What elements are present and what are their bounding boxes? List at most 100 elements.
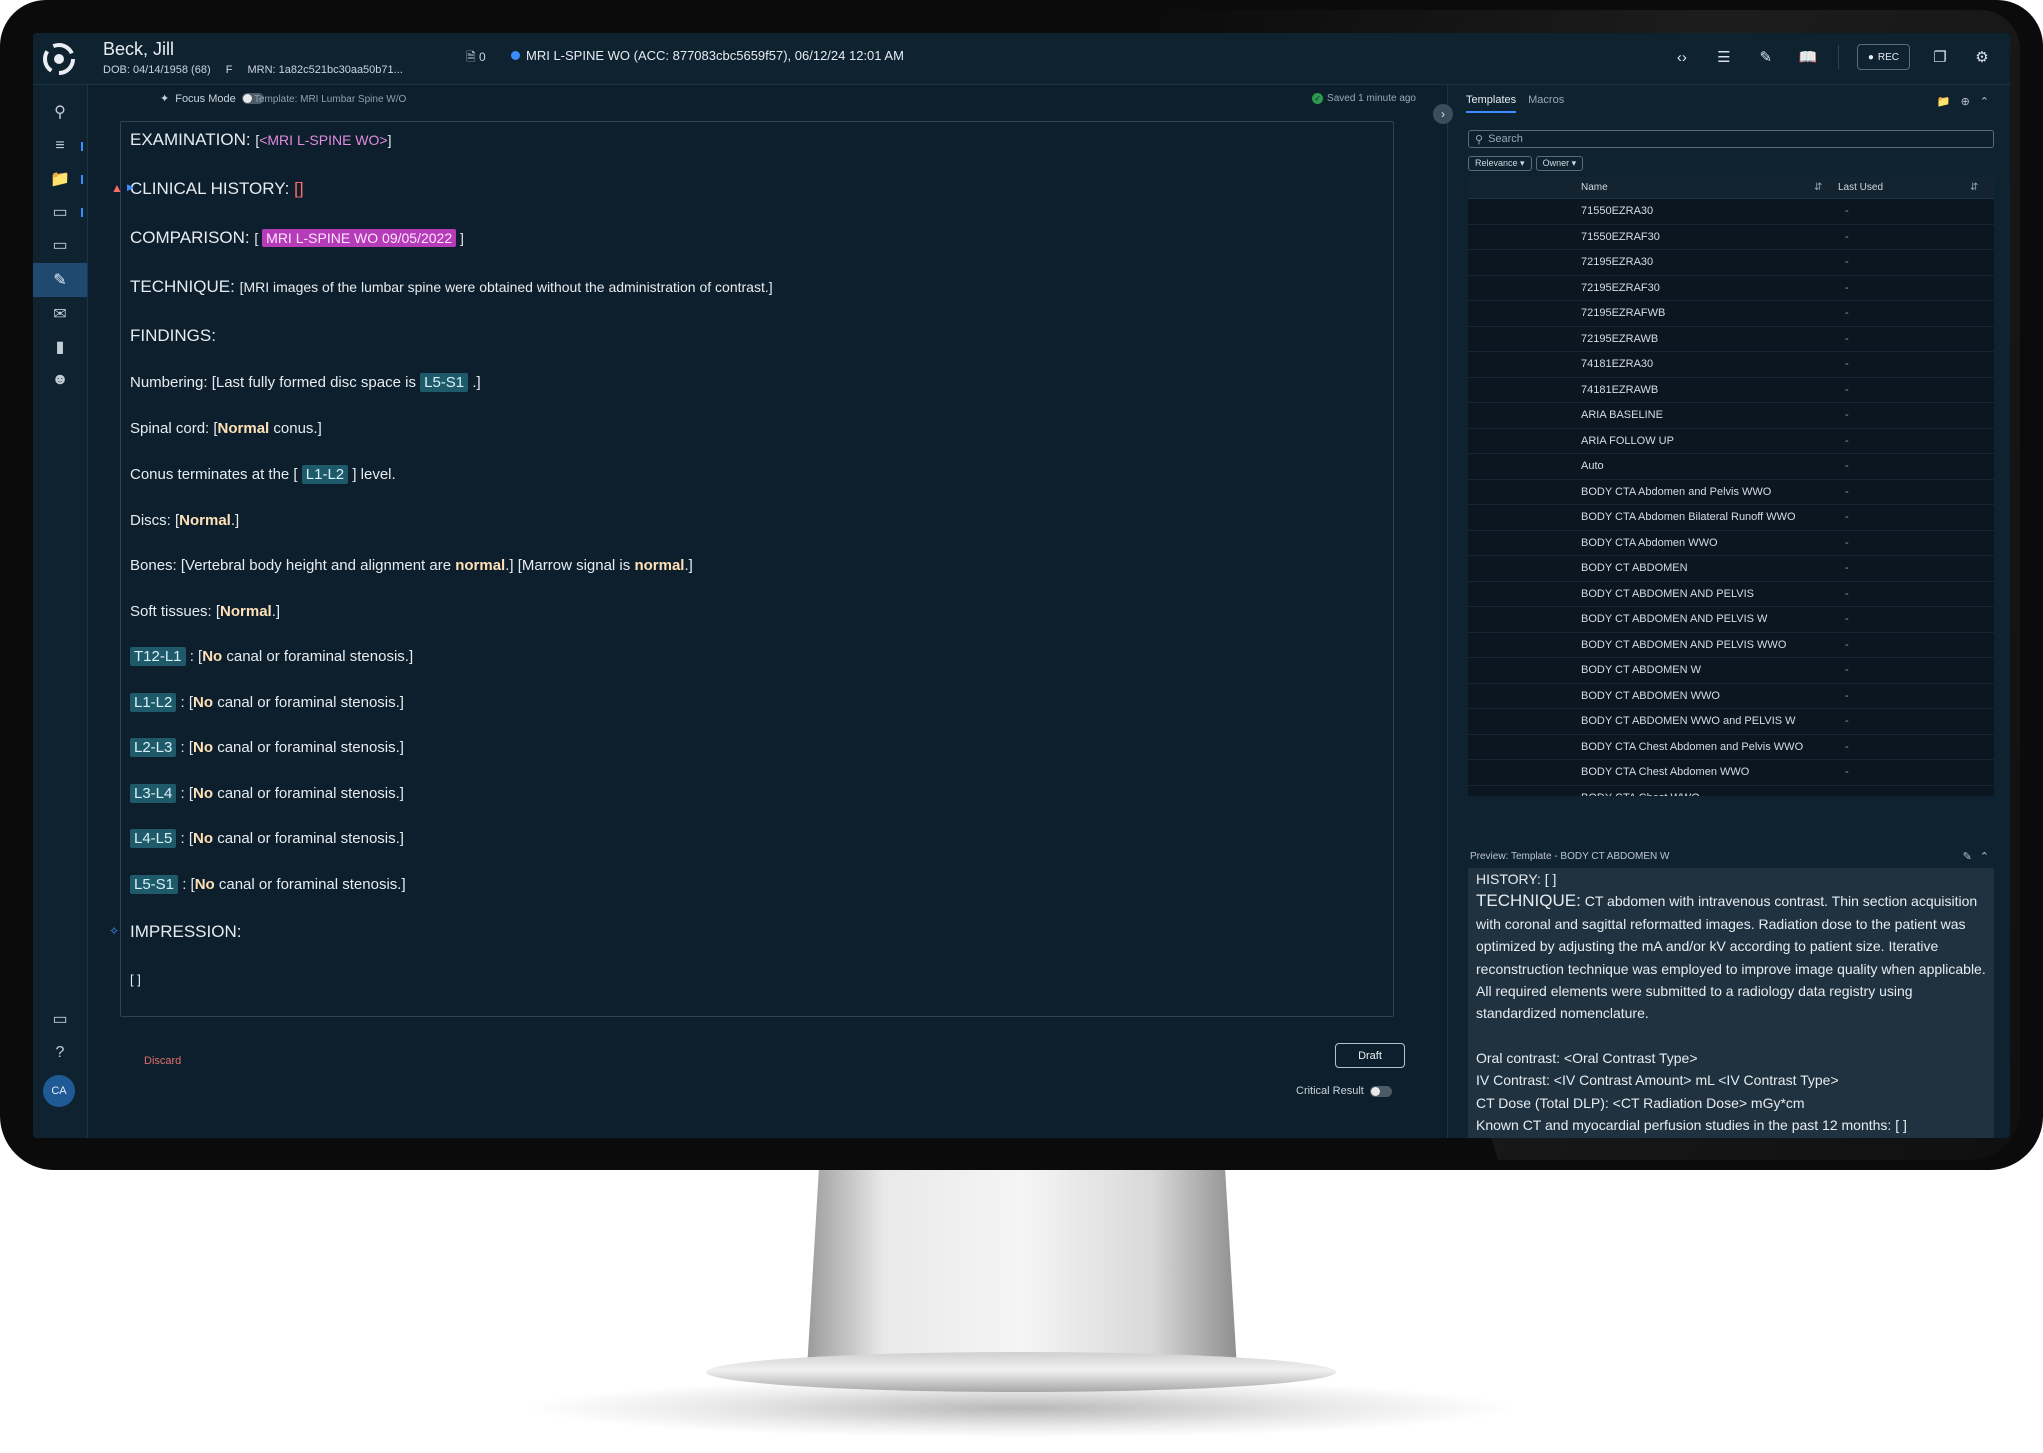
tab-macros[interactable]: Macros: [1528, 94, 1564, 113]
spinal-cord-line[interactable]: Spinal cord: [Normal conus.]: [130, 420, 322, 437]
list-icon[interactable]: ☰: [1712, 45, 1736, 69]
level-value[interactable]: No: [193, 785, 213, 802]
copy-icon[interactable]: ❐: [1928, 45, 1952, 69]
critical-result-switch[interactable]: [1369, 1085, 1392, 1097]
table-row[interactable]: 71550EZRAF30 -: [1468, 225, 1994, 250]
level-value[interactable]: No: [193, 739, 213, 756]
level-line[interactable]: L5-S1 : [No canal or foraminal stenosis.…: [130, 875, 406, 894]
table-row[interactable]: Auto -: [1468, 454, 1994, 480]
table-row[interactable]: 72195EZRAWB -: [1468, 327, 1994, 352]
table-row[interactable]: 72195EZRAFWB -: [1468, 301, 1994, 327]
template-search[interactable]: ⚲ Search: [1468, 130, 1994, 148]
table-row[interactable]: BODY CT ABDOMEN WWO -: [1468, 684, 1994, 709]
clinical-history-field[interactable]: []: [294, 179, 303, 198]
spinal-cord-value[interactable]: Normal: [218, 420, 270, 437]
bones-line[interactable]: Bones: [Vertebral body height and alignm…: [130, 557, 693, 574]
table-row[interactable]: 74181EZRA30 -: [1468, 352, 1994, 378]
table-row[interactable]: BODY CT ABDOMEN AND PELVIS WWO -: [1468, 633, 1994, 658]
study-selector[interactable]: MRI L-SPINE WO (ACC: 877083cbc5659f57), …: [511, 48, 904, 63]
level-chip[interactable]: L3-L4: [130, 784, 177, 803]
users-icon[interactable]: ☻: [33, 363, 87, 397]
level-line[interactable]: L2-L3 : [No canal or foraminal stenosis.…: [130, 738, 404, 757]
critical-result-toggle[interactable]: Critical Result: [1296, 1085, 1392, 1097]
level-value[interactable]: No: [193, 694, 213, 711]
help-icon[interactable]: ?: [33, 1036, 87, 1070]
reporting-icon[interactable]: ✎: [33, 263, 87, 297]
chevron-right-icon[interactable]: ›: [1433, 104, 1453, 124]
table-row[interactable]: 72195EZRA30 -: [1468, 250, 1994, 276]
marrow-value[interactable]: normal: [634, 557, 684, 574]
edit-icon[interactable]: ✎: [1963, 850, 1972, 863]
level-chip[interactable]: L1-L2: [301, 465, 349, 484]
technique-field[interactable]: [MRI images of the lumbar spine were obt…: [240, 279, 773, 295]
display-settings-icon[interactable]: ▭: [33, 1002, 87, 1036]
chevron-up-icon[interactable]: ⌃: [1980, 850, 1989, 863]
level-line[interactable]: L3-L4 : [No canal or foraminal stenosis.…: [130, 784, 404, 803]
column-name[interactable]: Name: [1581, 182, 1608, 193]
sort-icon[interactable]: ⇵: [1814, 182, 1822, 193]
discard-button[interactable]: Discard: [144, 1055, 181, 1067]
level-value[interactable]: No: [195, 876, 215, 893]
spellcheck-icon[interactable]: ✎: [1754, 45, 1778, 69]
table-row[interactable]: BODY CT ABDOMEN W -: [1468, 658, 1994, 684]
table-row[interactable]: BODY CTA Chest Abdomen and Pelvis WWO -: [1468, 735, 1994, 760]
relevance-filter[interactable]: Relevance ▾: [1468, 156, 1532, 171]
documents-counter[interactable]: 🗎 0: [466, 48, 486, 69]
report-body[interactable]: EXAMINATION: [<MRI L-SPINE WO>] ▲ ▶ CLIN…: [109, 121, 1394, 1017]
impression-field[interactable]: [ ]: [130, 972, 141, 987]
level-value[interactable]: No: [193, 830, 213, 847]
soft-tissues-value[interactable]: Normal: [220, 603, 272, 620]
patient-mrn[interactable]: MRN: 1a82c521bc30aa50b71...: [247, 64, 402, 76]
level-line[interactable]: L1-L2 : [No canal or foraminal stenosis.…: [130, 693, 404, 712]
table-row[interactable]: BODY CTA Abdomen WWO -: [1468, 531, 1994, 556]
chevron-up-icon[interactable]: ⌃: [1980, 95, 1989, 108]
owner-filter[interactable]: Owner ▾: [1535, 156, 1584, 171]
worklist-icon[interactable]: ≡: [33, 129, 87, 163]
search-icon[interactable]: ⚲: [33, 95, 87, 129]
level-chip[interactable]: L2-L3: [130, 738, 177, 757]
monitor-icon[interactable]: ▭: [33, 228, 87, 262]
level-chip[interactable]: L5-S1: [130, 875, 179, 894]
folder-icon[interactable]: 📁: [1937, 95, 1951, 108]
table-row[interactable]: 74181EZRAWB -: [1468, 378, 1994, 403]
chat-icon[interactable]: ✉: [33, 297, 87, 331]
tab-templates[interactable]: Templates: [1466, 94, 1517, 113]
table-row[interactable]: ARIA FOLLOW UP -: [1468, 429, 1994, 454]
column-last-used[interactable]: Last Used: [1838, 182, 1883, 193]
table-row[interactable]: BODY CT ABDOMEN WWO and PELVIS W -: [1468, 709, 1994, 735]
table-row[interactable]: 71550EZRA30 -: [1468, 199, 1994, 225]
soft-tissues-line[interactable]: Soft tissues: [Normal.]: [130, 603, 280, 620]
table-row[interactable]: BODY CT ABDOMEN AND PELVIS W -: [1468, 607, 1994, 633]
code-icon[interactable]: ‹›: [1670, 45, 1694, 69]
record-button[interactable]: ● REC: [1856, 44, 1910, 70]
table-row[interactable]: BODY CT ABDOMEN -: [1468, 556, 1994, 582]
sort-icon[interactable]: ⇵: [1970, 182, 1978, 193]
examination-field[interactable]: [<MRI L-SPINE WO>]: [255, 132, 391, 148]
magic-wand-icon[interactable]: ✧: [109, 924, 119, 938]
conus-line[interactable]: Conus terminates at the [ L1-L2 ] level.: [130, 465, 396, 484]
level-chip[interactable]: L4-L5: [130, 829, 177, 848]
discs-value[interactable]: Normal: [179, 512, 231, 529]
app-logo-icon[interactable]: [39, 39, 79, 79]
level-chip[interactable]: L1-L2: [130, 693, 177, 712]
numbering-line[interactable]: Numbering: [Last fully formed disc space…: [130, 373, 481, 392]
comparison-field[interactable]: [ MRI L-SPINE WO 09/05/2022 ]: [254, 229, 464, 247]
bones-value[interactable]: normal: [455, 557, 505, 574]
comparison-value[interactable]: MRI L-SPINE WO 09/05/2022: [262, 229, 457, 247]
discs-line[interactable]: Discs: [Normal.]: [130, 512, 239, 529]
draft-button[interactable]: Draft: [1335, 1043, 1405, 1068]
focus-mode-toggle[interactable]: ✦ Focus Mode: [160, 92, 264, 105]
level-chip[interactable]: L5-S1: [420, 373, 469, 392]
viewer-icon[interactable]: ▭: [33, 195, 87, 229]
level-chip[interactable]: T12-L1: [130, 647, 186, 666]
table-row[interactable]: BODY CTA Chest WWO -: [1468, 786, 1994, 796]
table-row[interactable]: BODY CTA Abdomen and Pelvis WWO -: [1468, 480, 1994, 505]
level-value[interactable]: No: [202, 648, 222, 665]
table-row[interactable]: ARIA BASELINE -: [1468, 403, 1994, 429]
level-line[interactable]: T12-L1 : [No canal or foraminal stenosis…: [130, 647, 413, 666]
table-row[interactable]: BODY CTA Chest Abdomen WWO -: [1468, 760, 1994, 786]
table-row[interactable]: 72195EZRAF30 -: [1468, 276, 1994, 301]
user-avatar[interactable]: CA: [43, 1075, 75, 1107]
level-line[interactable]: L4-L5 : [No canal or foraminal stenosis.…: [130, 829, 404, 848]
gear-icon[interactable]: ⚙: [1970, 45, 1994, 69]
